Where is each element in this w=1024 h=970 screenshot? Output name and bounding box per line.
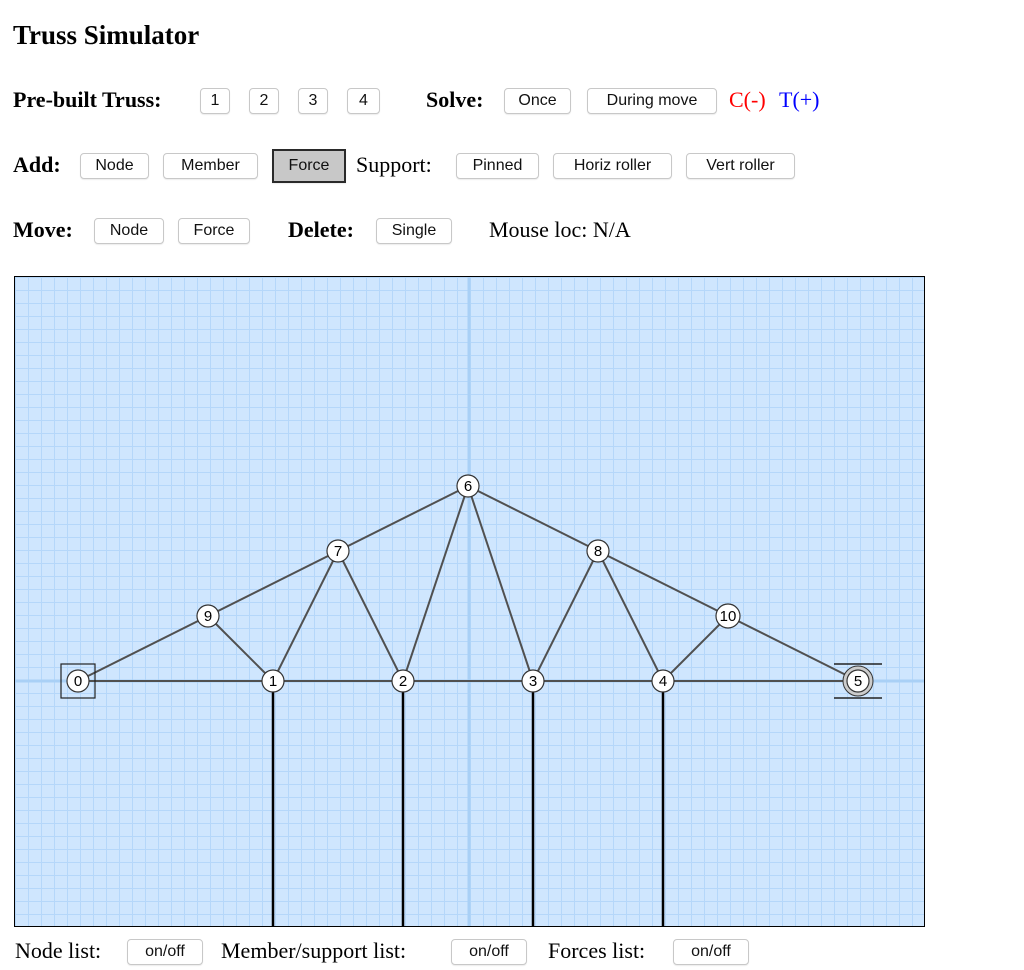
compression-legend: C(-) xyxy=(729,87,766,112)
truss-drawing[interactable]: 0 1 2 3 4 5 6 7 8 9 10 xyxy=(15,277,924,926)
node-label: 7 xyxy=(334,543,342,560)
member-support-list-label: Member/support list: xyxy=(221,938,407,963)
delete-label: Delete: xyxy=(288,217,354,242)
node-8[interactable]: 8 xyxy=(586,539,610,563)
prebuilt-truss-3-button[interactable]: 3 xyxy=(298,88,328,114)
add-member-button[interactable]: Member xyxy=(163,153,258,179)
node-label: 3 xyxy=(529,673,537,690)
solve-label: Solve: xyxy=(426,87,484,112)
node-list-label: Node list: xyxy=(15,938,102,963)
prebuilt-truss-label: Pre-built Truss: xyxy=(13,87,162,112)
node-label: 6 xyxy=(464,478,472,495)
node-4[interactable]: 4 xyxy=(651,669,675,693)
node-label: 8 xyxy=(594,543,602,560)
forces-list-toggle-button[interactable]: on/off xyxy=(673,939,749,965)
node-label: 9 xyxy=(204,608,212,625)
support-horiz-roller-button[interactable]: Horiz roller xyxy=(553,153,672,179)
add-label: Add: xyxy=(13,152,61,177)
page-title: Truss Simulator xyxy=(13,20,200,50)
tension-legend: T(+) xyxy=(779,87,820,112)
solve-once-button[interactable]: Once xyxy=(504,88,571,114)
node-label: 1 xyxy=(269,673,277,690)
add-force-button[interactable]: Force xyxy=(272,149,346,183)
prebuilt-truss-1-button[interactable]: 1 xyxy=(200,88,230,114)
node-list-toggle-button[interactable]: on/off xyxy=(127,939,203,965)
node-6[interactable]: 6 xyxy=(456,474,480,498)
truss-canvas[interactable]: 0 1 2 3 4 5 6 7 8 9 10 xyxy=(14,276,925,927)
node-label: 0 xyxy=(74,673,82,690)
grid xyxy=(15,277,924,926)
solve-during-move-button[interactable]: During move xyxy=(587,88,717,114)
move-node-button[interactable]: Node xyxy=(94,218,164,244)
prebuilt-truss-2-button[interactable]: 2 xyxy=(249,88,279,114)
delete-single-button[interactable]: Single xyxy=(376,218,452,244)
node-1[interactable]: 1 xyxy=(261,669,285,693)
support-label: Support: xyxy=(356,152,432,177)
node-label: 10 xyxy=(720,608,737,625)
node-7[interactable]: 7 xyxy=(326,539,350,563)
node-2[interactable]: 2 xyxy=(391,669,415,693)
add-node-button[interactable]: Node xyxy=(80,153,149,179)
node-3[interactable]: 3 xyxy=(521,669,545,693)
node-10[interactable]: 10 xyxy=(715,603,741,629)
support-vert-roller-button[interactable]: Vert roller xyxy=(686,153,795,179)
support-pinned-button[interactable]: Pinned xyxy=(456,153,539,179)
prebuilt-truss-4-button[interactable]: 4 xyxy=(347,88,380,114)
member-support-list-toggle-button[interactable]: on/off xyxy=(451,939,527,965)
mouse-location: Mouse loc: N/A xyxy=(489,217,631,242)
node-label: 2 xyxy=(399,673,407,690)
forces-list-label: Forces list: xyxy=(548,938,646,963)
move-label: Move: xyxy=(13,217,73,242)
node-label: 5 xyxy=(854,673,862,690)
node-label: 4 xyxy=(659,673,667,690)
node-5[interactable]: 5 xyxy=(846,669,870,693)
node-9[interactable]: 9 xyxy=(196,604,220,628)
node-0[interactable]: 0 xyxy=(66,669,90,693)
move-force-button[interactable]: Force xyxy=(178,218,250,244)
